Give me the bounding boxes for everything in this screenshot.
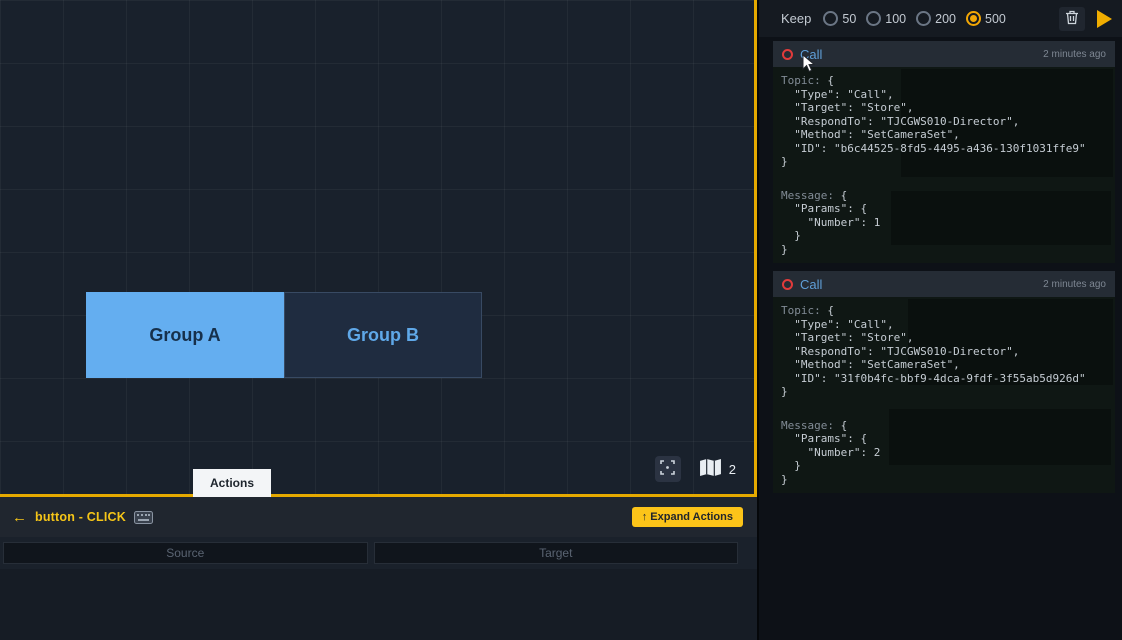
source-target-row: [0, 537, 757, 569]
group-b-button[interactable]: Group B: [284, 292, 482, 378]
keep-option-50[interactable]: 50: [823, 11, 856, 26]
actions-tab-label: Actions: [210, 476, 254, 490]
action-editor-body: [0, 569, 757, 640]
target-input[interactable]: [374, 542, 739, 564]
map-badge-count: 2: [729, 462, 736, 477]
message-card-list: Call 2 minutes ago Topic: { "Type": "Cal…: [759, 37, 1122, 501]
left-column: Group A Group B Actions: [0, 0, 757, 640]
keep-option-200[interactable]: 200: [916, 11, 956, 26]
group-a-label: Group A: [149, 325, 220, 346]
play-icon: [1097, 10, 1112, 28]
message-toolbar: Keep 50 100 200 500: [759, 0, 1122, 37]
message-card-title: Call: [800, 47, 822, 62]
message-card-header[interactable]: Call 2 minutes ago: [773, 271, 1115, 297]
message-json: Message: { "Params": { "Number": 2 } }: [781, 419, 1107, 487]
source-input[interactable]: [3, 542, 368, 564]
message-panel: Keep 50 100 200 500: [757, 0, 1122, 640]
message-card-body: Topic: { "Type": "Call", "Target": "Stor…: [773, 297, 1115, 493]
radio-icon: [916, 11, 931, 26]
map-icon: [699, 458, 722, 480]
call-status-icon: [782, 49, 793, 60]
group-button-row: Group A Group B: [86, 292, 482, 378]
message-card-body: Topic: { "Type": "Call", "Target": "Stor…: [773, 67, 1115, 263]
message-card-header[interactable]: Call 2 minutes ago: [773, 41, 1115, 67]
group-a-button[interactable]: Group A: [86, 292, 284, 378]
action-editor-panel: ← button - CLICK ↑ Expand Actions: [0, 497, 757, 640]
message-card: Call 2 minutes ago Topic: { "Type": "Cal…: [773, 271, 1115, 493]
app-root: Group A Group B Actions: [0, 0, 1122, 640]
message-json: Message: { "Params": { "Number": 1 } }: [781, 189, 1107, 257]
radio-icon: [823, 11, 838, 26]
trash-icon: [1065, 10, 1079, 28]
expand-actions-button[interactable]: ↑ Expand Actions: [632, 507, 743, 527]
fit-to-screen-button[interactable]: [655, 456, 681, 482]
run-button[interactable]: [1097, 10, 1112, 28]
group-b-label: Group B: [347, 325, 419, 346]
back-button[interactable]: ←: [12, 509, 27, 526]
topic-json: Topic: { "Type": "Call", "Target": "Stor…: [781, 74, 1107, 169]
message-card: Call 2 minutes ago Topic: { "Type": "Cal…: [773, 41, 1115, 263]
message-timestamp: 2 minutes ago: [1043, 279, 1106, 290]
keep-option-100[interactable]: 100: [866, 11, 906, 26]
keep-label: Keep: [781, 11, 811, 26]
action-editor-header: ← button - CLICK ↑ Expand Actions: [0, 497, 757, 537]
message-card-title: Call: [800, 277, 822, 292]
message-timestamp: 2 minutes ago: [1043, 49, 1106, 60]
topic-json: Topic: { "Type": "Call", "Target": "Stor…: [781, 304, 1107, 399]
action-editor-title: button - CLICK: [35, 510, 126, 524]
fit-to-screen-icon: [660, 460, 675, 478]
keyboard-icon: [134, 511, 153, 524]
canvas-toolbar: 2: [655, 456, 736, 482]
map-button[interactable]: 2: [699, 458, 736, 480]
actions-tab[interactable]: Actions: [193, 469, 271, 497]
radio-icon: [866, 11, 881, 26]
clear-messages-button[interactable]: [1059, 7, 1085, 31]
stage-canvas[interactable]: Group A Group B Actions: [0, 0, 757, 497]
keep-option-500[interactable]: 500: [966, 11, 1006, 26]
call-status-icon: [782, 279, 793, 290]
radio-icon: [966, 11, 981, 26]
